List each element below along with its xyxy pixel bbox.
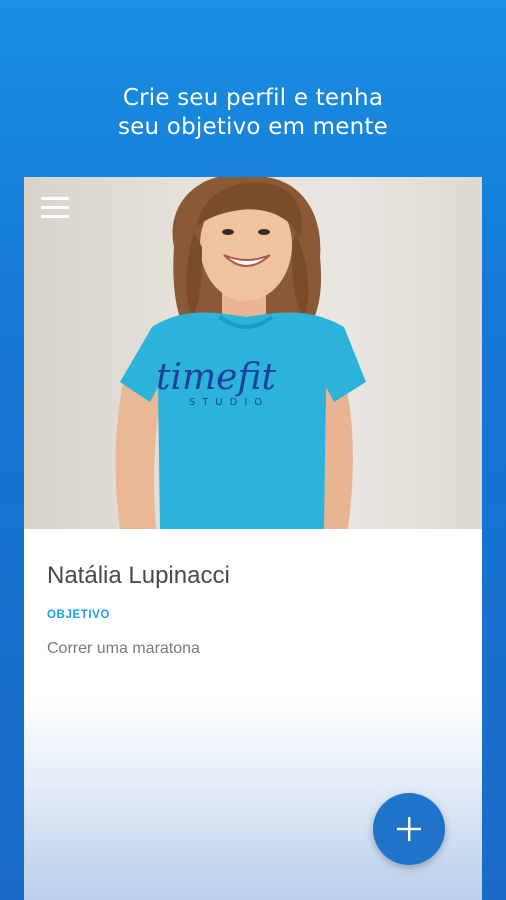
headline-line-1: Crie seu perfil e tenha: [122, 85, 384, 111]
headline-line-2: seu objetivo em mente: [117, 114, 388, 140]
shirt-logo-sub: STUDIO: [189, 397, 269, 408]
left-arm: [115, 377, 164, 529]
screen: { "headline": { "line1": "Crie seu perfi…: [0, 0, 506, 900]
right-eye: [258, 229, 270, 235]
profile-card: timefit STUDIO Natália Lupinacci OBJETIV…: [24, 177, 482, 900]
menu-button[interactable]: [41, 197, 69, 219]
hamburger-menu-icon-bar: [41, 215, 69, 218]
profile-name: Natália Lupinacci: [47, 562, 230, 589]
add-button[interactable]: [373, 793, 445, 865]
shirt-logo: timefit: [156, 357, 276, 398]
goal-value: Correr uma maratona: [47, 640, 200, 657]
plus-icon: [397, 817, 421, 841]
hamburger-menu-icon: [41, 197, 69, 200]
goal-label: OBJETIVO: [47, 609, 110, 621]
profile-photo: timefit STUDIO: [24, 177, 482, 529]
hamburger-menu-icon-bar: [41, 206, 69, 209]
profile-photo-illustration: timefit STUDIO: [115, 177, 366, 529]
left-eye: [222, 229, 234, 235]
headline: Crie seu perfil e tenha seu objetivo em …: [0, 84, 506, 142]
